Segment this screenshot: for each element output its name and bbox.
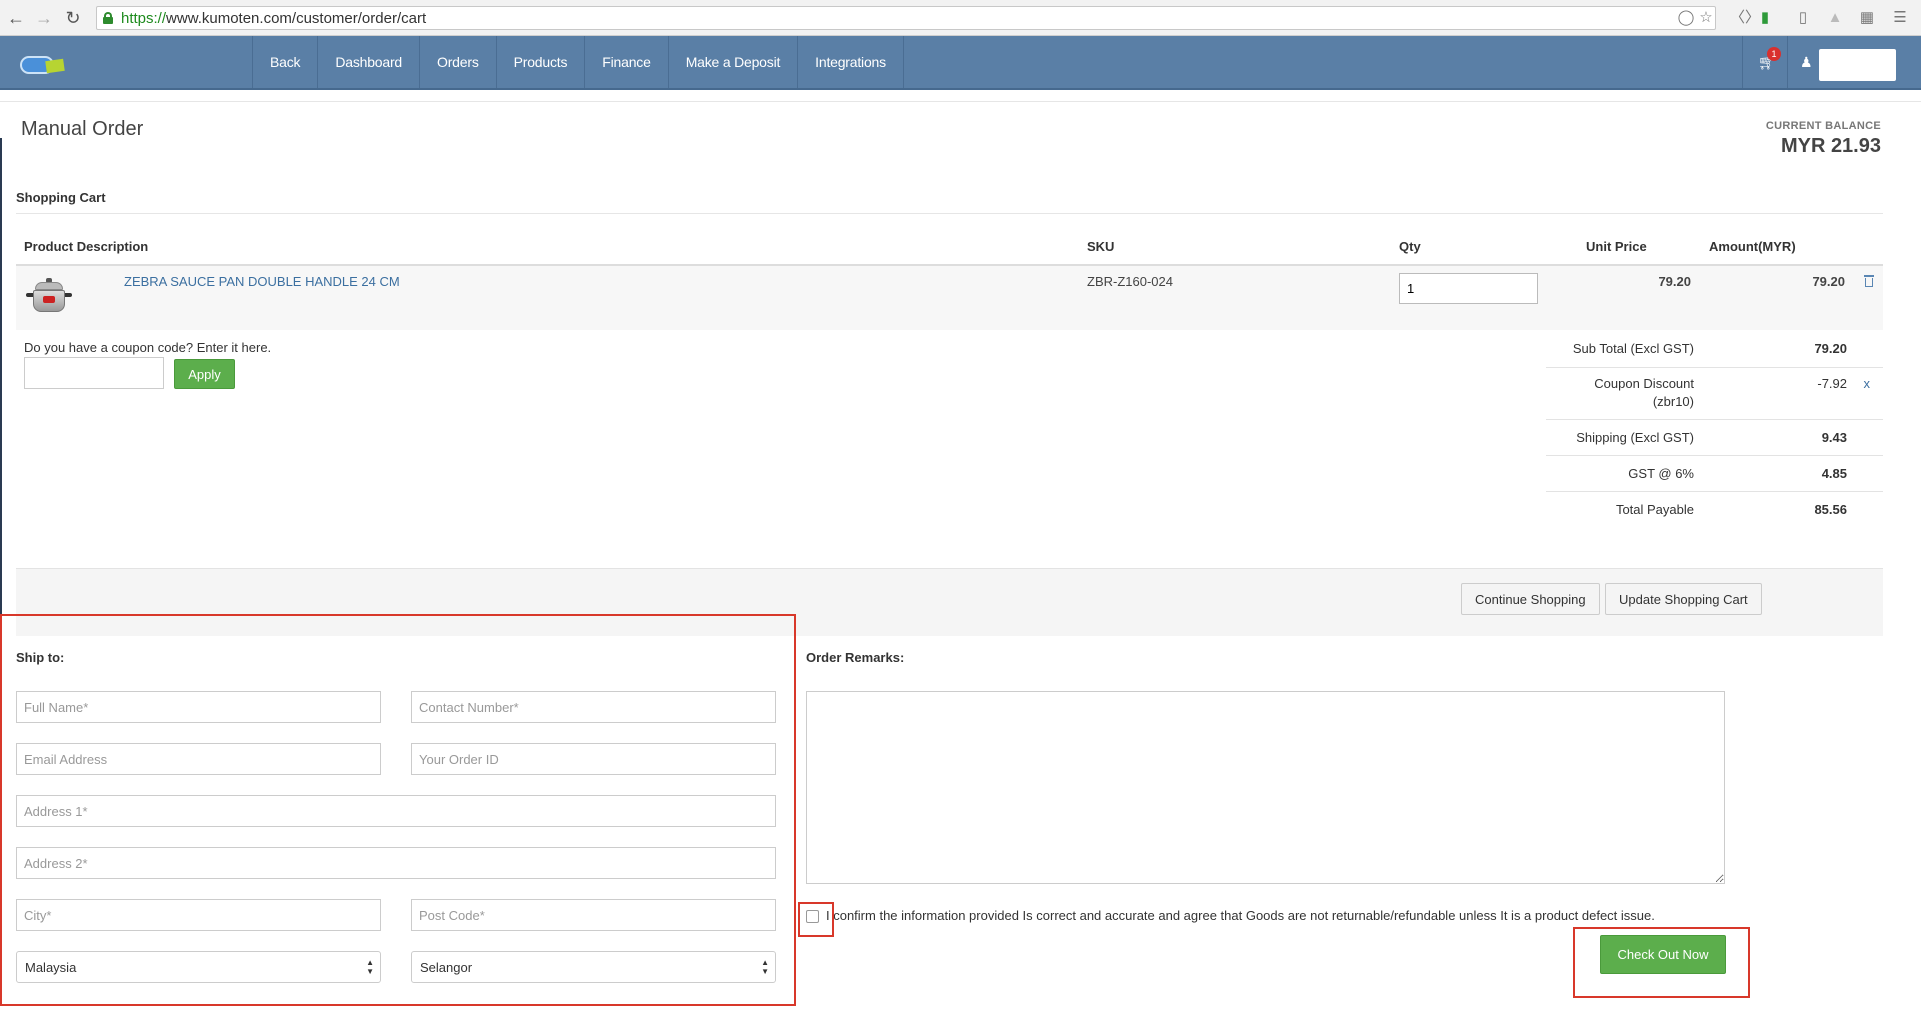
header-sku: SKU <box>1087 239 1115 254</box>
shopping-cart-title: Shopping Cart <box>16 190 106 205</box>
shipping-value: 9.43 <box>1821 430 1847 445</box>
product-thumbnail <box>24 278 74 318</box>
film-icon[interactable]: ▦ <box>1858 9 1876 27</box>
user-icon[interactable]: ♟ <box>1800 54 1813 71</box>
quantity-input[interactable] <box>1399 273 1538 304</box>
nav-finance[interactable]: Finance <box>585 36 669 88</box>
summary-coupon-row: Coupon Discount (zbr10) -7.92 x <box>1546 368 1883 420</box>
total-value: 85.56 <box>1814 502 1847 517</box>
green-extension-icon[interactable]: ▮ <box>1756 9 1774 27</box>
header-amount: Amount(MYR) <box>1709 239 1796 254</box>
page-title: Manual Order <box>21 118 144 140</box>
summary-total-row: Total Payable 85.56 <box>1546 492 1883 528</box>
checkbox-highlight <box>798 902 834 937</box>
browser-toolbar: ← → ↻ https://www.kumoten.com/customer/o… <box>0 0 1921 36</box>
nav-integrations[interactable]: Integrations <box>798 36 904 88</box>
subtotal-label: Sub Total (Excl GST) <box>1572 341 1694 356</box>
balance-value: MYR 21.93 <box>1780 135 1881 157</box>
order-remarks-textarea[interactable] <box>806 691 1725 884</box>
item-amount: 79.20 <box>1812 274 1845 289</box>
divider <box>0 101 1921 102</box>
kumoten-logo[interactable] <box>20 52 65 74</box>
order-remarks-title: Order Remarks: <box>806 650 905 665</box>
drive-icon[interactable]: ▲ <box>1826 9 1844 27</box>
code-extension-icon[interactable]: 〈〉 <box>1730 9 1760 27</box>
phone-icon[interactable]: ▯ <box>1794 9 1812 27</box>
unit-price: 79.20 <box>1658 274 1691 289</box>
trash-icon[interactable] <box>1864 275 1874 287</box>
forward-arrow-icon[interactable]: → <box>34 8 54 28</box>
summary-shipping-row: Shipping (Excl GST) 9.43 <box>1546 420 1883 456</box>
shipping-label: Shipping (Excl GST) <box>1576 430 1694 445</box>
app-navbar: Back Dashboard Orders Products Finance M… <box>0 36 1921 90</box>
product-link[interactable]: ZEBRA SAUCE PAN DOUBLE HANDLE 24 CM <box>124 274 400 289</box>
back-arrow-icon[interactable]: ← <box>6 8 26 28</box>
star-icon[interactable]: ☆ <box>1697 9 1715 27</box>
header-unit-price: Unit Price <box>1586 239 1647 254</box>
header-product: Product Description <box>24 239 149 254</box>
address-bar[interactable]: https://www.kumoten.com/customer/order/c… <box>96 6 1716 30</box>
nav-products[interactable]: Products <box>497 36 586 88</box>
coupon-discount-label: Coupon Discount <box>1594 376 1694 391</box>
confirm-text: I confirm the information provided Is co… <box>826 908 1655 923</box>
ship-to-highlight <box>0 614 796 1006</box>
shield-icon[interactable]: ◯ <box>1677 9 1695 27</box>
url-text: https://www.kumoten.com/customer/order/c… <box>121 10 427 27</box>
reload-icon[interactable]: ↻ <box>63 8 83 28</box>
nav-dashboard[interactable]: Dashboard <box>318 36 421 88</box>
divider <box>16 213 1883 214</box>
subtotal-value: 79.20 <box>1814 341 1847 356</box>
remove-coupon-icon[interactable]: x <box>1864 376 1871 391</box>
menu-icon[interactable]: ☰ <box>1891 9 1909 27</box>
header-qty: Qty <box>1399 239 1421 254</box>
gst-value: 4.85 <box>1821 466 1847 481</box>
product-sku: ZBR-Z160-024 <box>1087 274 1173 289</box>
nav-orders[interactable]: Orders <box>420 36 497 88</box>
nav-make-a-deposit[interactable]: Make a Deposit <box>669 36 799 88</box>
balance-label: CURRENT BALANCE <box>1765 120 1881 132</box>
cart-button[interactable]: 🛒︎ 1 <box>1742 36 1788 88</box>
nav-back[interactable]: Back <box>253 36 319 88</box>
apply-coupon-button[interactable]: Apply <box>174 359 235 389</box>
lock-icon <box>103 12 113 24</box>
total-label: Total Payable <box>1615 502 1694 517</box>
continue-shopping-button[interactable]: Continue Shopping <box>1461 583 1600 615</box>
coupon-prompt: Do you have a coupon code? Enter it here… <box>24 340 272 355</box>
coupon-input[interactable] <box>24 357 164 389</box>
user-menu[interactable] <box>1819 49 1896 81</box>
summary-subtotal-row: Sub Total (Excl GST) 79.20 <box>1546 332 1883 368</box>
checkout-highlight <box>1573 927 1750 998</box>
update-cart-button[interactable]: Update Shopping Cart <box>1605 583 1762 615</box>
coupon-discount-value: -7.92 <box>1817 376 1847 391</box>
coupon-code-label: (zbr10) <box>1652 394 1694 409</box>
main-menu: Back Dashboard Orders Products Finance M… <box>252 36 904 88</box>
gst-label: GST @ 6% <box>1628 466 1694 481</box>
cart-count-badge: 1 <box>1767 47 1781 61</box>
summary-gst-row: GST @ 6% 4.85 <box>1546 456 1883 492</box>
